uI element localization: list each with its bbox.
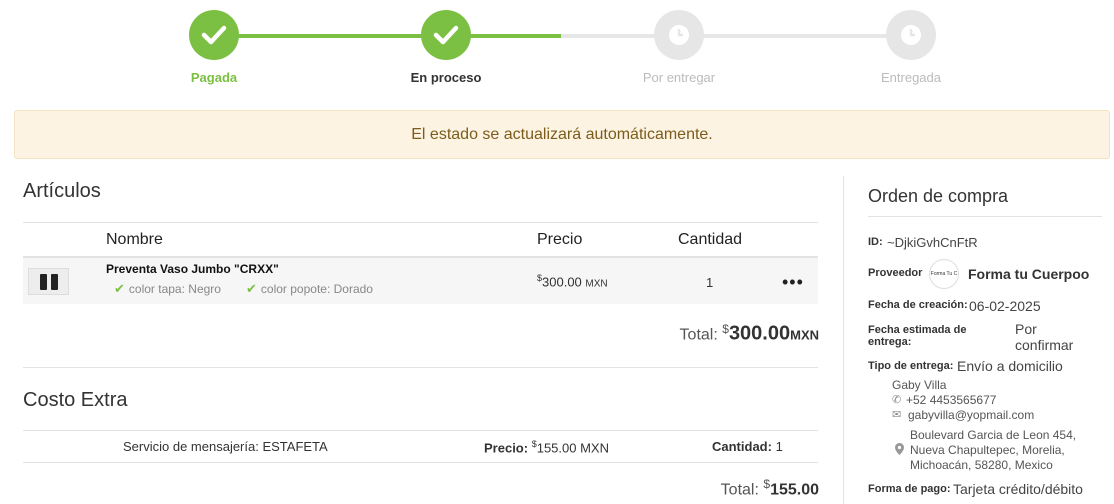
order-id: ~DjkiGvhCnFtR: [887, 235, 978, 250]
currency-code: MXN: [585, 278, 608, 290]
total-value: 155.00: [770, 481, 819, 499]
column-header-quantity: Cantidad: [678, 231, 743, 248]
provider-name: Forma tu Cuerpoo: [968, 266, 1090, 282]
product-price: $300.00 MXN: [537, 273, 608, 289]
clock-icon: [654, 10, 704, 60]
delivery-type: Envío a domicilio: [957, 358, 1063, 374]
column-header-name: Nombre: [106, 231, 163, 248]
order-progress-stepper: Pagada En proceso Por entregar Entregada: [0, 0, 1114, 100]
attribute-text: color tapa: Negro: [128, 282, 221, 296]
payment-method: Tarjeta crédito/débito: [953, 481, 1083, 497]
label-line: entrega:: [868, 336, 912, 348]
step-entregada: Entregada: [851, 10, 971, 85]
status-banner: El estado se actualizará automáticamente…: [14, 110, 1110, 159]
divider: [23, 462, 818, 463]
articles-total: Total: $300.00MXN: [680, 322, 819, 345]
clock-icon: [886, 10, 936, 60]
total-currency: MXN: [790, 327, 819, 343]
step-label: Pagada: [190, 70, 238, 85]
price-value: 300.00: [542, 274, 582, 290]
created-date-label: Fecha de creación:: [868, 299, 968, 311]
order-id-label: ID:: [868, 236, 883, 248]
divider: [23, 222, 818, 223]
shipping-price: Precio: $155.00 MXN: [484, 439, 609, 455]
divider: [23, 367, 818, 368]
quantity-label: Cantidad:: [712, 439, 772, 454]
location-pin-icon: [895, 443, 904, 458]
created-date: 06-02-2025: [969, 298, 1041, 314]
total-label: Total:: [720, 481, 759, 499]
step-label: En proceso: [410, 70, 482, 85]
product-image: [28, 268, 69, 295]
quantity-value: 1: [775, 439, 783, 454]
attribute-text: color popote: Dorado: [260, 282, 373, 296]
shipping-quantity: Cantidad: 1: [712, 439, 783, 454]
step-por-entregar: Por entregar: [619, 10, 739, 85]
check-icon: ✔: [246, 281, 257, 296]
more-options-icon[interactable]: •••: [782, 272, 804, 293]
contact-email: gabyvilla@yopmail.com: [908, 408, 1035, 422]
shipping-service: Servicio de mensajería: ESTAFETA: [123, 439, 328, 454]
address: Boulevard Garcia de Leon 454, Nueva Chap…: [910, 428, 1076, 473]
price-value: 155.00 MXN: [536, 440, 609, 456]
check-icon: ✔: [114, 281, 125, 296]
step-label: Entregada: [881, 70, 941, 85]
address-line: Nueva Chapultepec, Morelia,: [910, 443, 1065, 457]
label-line: Fecha estimada de: [868, 324, 967, 336]
delivery-type-label: Tipo de entrega:: [868, 360, 954, 372]
provider-label: Proveedor: [868, 267, 923, 279]
step-label: Por entregar: [642, 70, 716, 85]
value-line: confirmar: [1015, 337, 1074, 353]
value-line: Por: [1015, 321, 1037, 337]
email-icon: ✉: [892, 409, 902, 421]
phone-icon: ✆: [892, 394, 902, 406]
column-header-price: Precio: [537, 231, 583, 248]
sidebar-divider: [843, 176, 844, 504]
step-pagada: Pagada: [154, 10, 274, 85]
check-icon: [189, 10, 239, 60]
product-attribute: ✔ color popote: Dorado: [246, 281, 373, 297]
contact-phone: +52 4453565677: [906, 393, 997, 407]
extra-total: Total: $155.00: [721, 477, 819, 499]
product-quantity: 1: [706, 275, 714, 290]
extra-cost-title: Costo Extra: [23, 389, 128, 411]
total-label: Total:: [679, 326, 718, 344]
product-name: Preventa Vaso Jumbo "CRXX": [106, 262, 279, 276]
divider: [868, 216, 1102, 217]
estimated-delivery: Por confirmar: [1015, 321, 1073, 353]
step-en-proceso: En proceso: [386, 10, 506, 85]
provider-logo: Forma Tu C: [929, 259, 959, 289]
total-value: 300.00: [728, 322, 791, 345]
payment-method-label: Forma de pago:: [868, 483, 951, 495]
divider: [23, 430, 818, 431]
articles-title: Artículos: [23, 180, 101, 202]
product-attribute: ✔ color tapa: Negro: [114, 281, 221, 297]
price-label: Precio:: [484, 440, 529, 456]
contact-name: Gaby Villa: [892, 378, 947, 392]
currency-symbol: $: [722, 322, 729, 336]
estimated-delivery-label: Fecha estimada de entrega:: [868, 324, 966, 348]
address-line: Michoacán, 58280, Mexico: [910, 458, 1053, 472]
check-icon: [421, 10, 471, 60]
address-line: Boulevard Garcia de Leon 454,: [910, 428, 1077, 442]
order-title: Orden de compra: [868, 186, 1009, 206]
